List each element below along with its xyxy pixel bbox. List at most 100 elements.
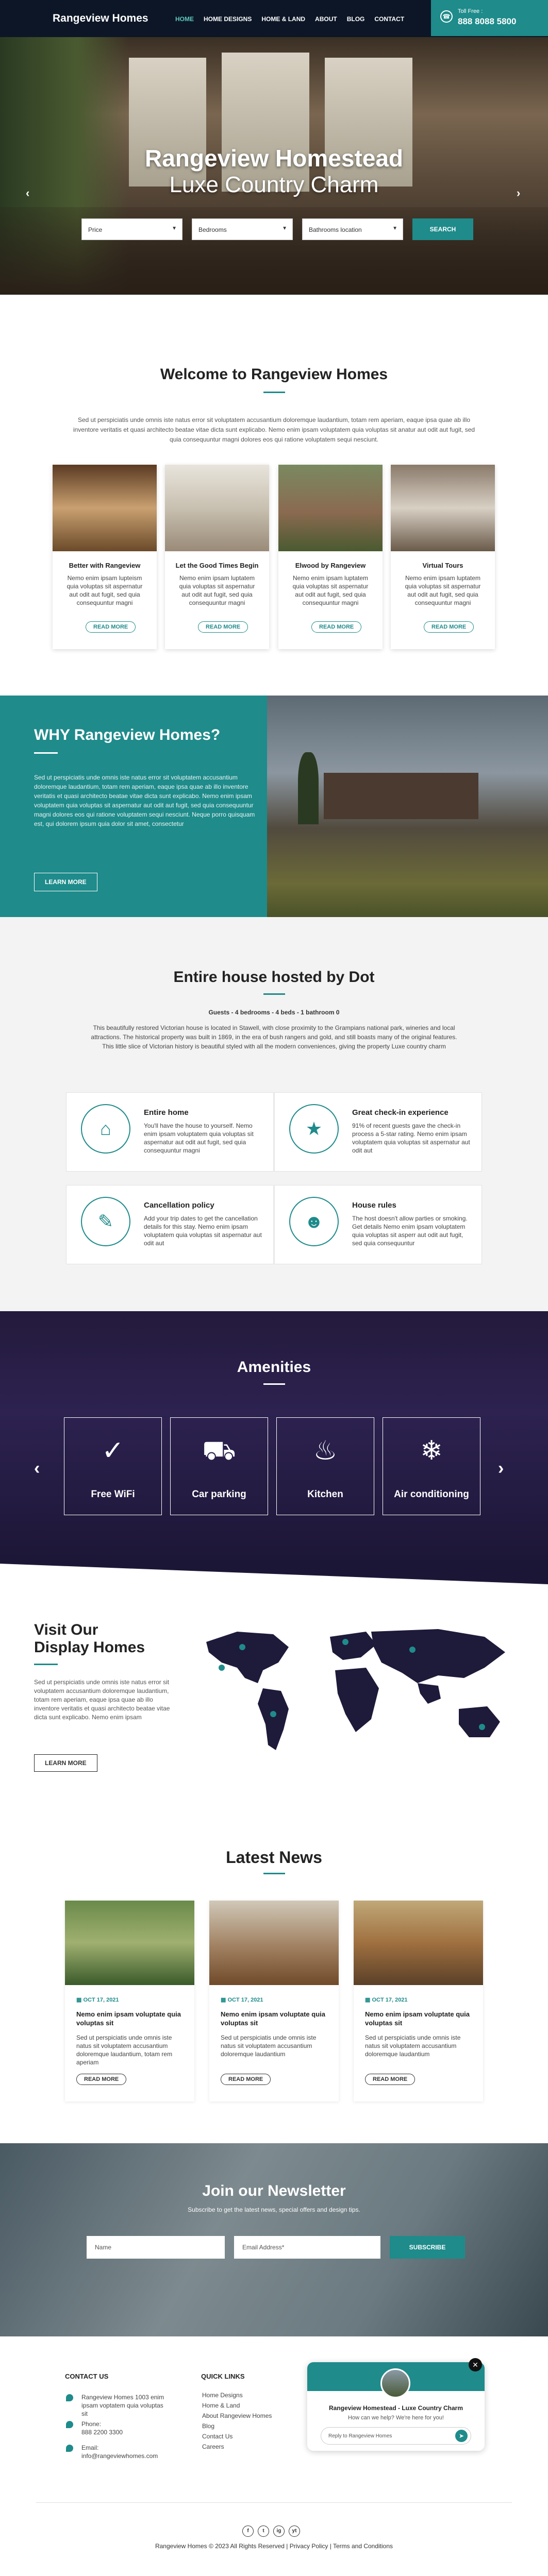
read-more-button[interactable]: READ MORE	[311, 621, 362, 633]
facebook-icon[interactable]: f	[242, 2526, 254, 2537]
footer-link-home-designs[interactable]: Home Designs	[202, 2391, 243, 2399]
nav-item-contact[interactable]: CONTACT	[374, 15, 404, 23]
instagram-icon[interactable]: ig	[273, 2526, 285, 2537]
card-image	[53, 465, 157, 551]
news-headline[interactable]: Nemo enim ipsam voluptate quia voluptas …	[76, 2010, 186, 2027]
toll-free-number[interactable]: 888 8088 5800	[458, 16, 516, 27]
toll-free-box[interactable]: ☎ Toll Free : 888 8088 5800	[431, 0, 548, 36]
card-desc: Nemo enim ipsam luptatem quia voluptas s…	[179, 574, 255, 606]
nav-item-blog[interactable]: BLOG	[347, 15, 365, 23]
map-pin-icon[interactable]	[409, 1647, 416, 1653]
map-pin-icon[interactable]	[219, 1665, 225, 1671]
map-pin-icon[interactable]	[479, 1724, 485, 1730]
rules-icon: ☻	[289, 1197, 339, 1246]
send-icon[interactable]: ➤	[455, 2430, 468, 2442]
learn-more-button[interactable]: LEARN MORE	[34, 1754, 97, 1772]
feature-desc: You'll have the house to yourself. Nemo …	[144, 1122, 254, 1154]
why-text: Sed ut perspiciatis unde omnis iste natu…	[34, 774, 255, 827]
card-image	[391, 465, 495, 551]
news-date-text: OCT 17, 2021	[227, 1997, 263, 2003]
feature-box: ✎ Cancellation policy Add your trip date…	[66, 1185, 274, 1264]
amenities-next-arrow-icon[interactable]: ›	[498, 1459, 504, 1479]
youtube-icon[interactable]: yt	[289, 2526, 300, 2537]
close-icon[interactable]: ✕	[469, 2358, 482, 2371]
news-image	[65, 1901, 194, 1985]
news-date: ▦ OCT 17, 2021	[76, 1997, 119, 2003]
name-input[interactable]: Name	[87, 2236, 225, 2259]
nav-item-home-land[interactable]: HOME & LAND	[261, 15, 305, 23]
bedrooms-select-value: Bedrooms	[198, 226, 227, 233]
card-desc: Nemo enim ipsam lupteism quia voluptas s…	[67, 574, 143, 606]
display-title-line1: Visit Our	[34, 1621, 98, 1638]
hero-prev-arrow-icon[interactable]: ‹	[26, 187, 29, 200]
map-pin-icon[interactable]	[342, 1639, 348, 1645]
feature-title: Cancellation policy	[144, 1201, 214, 1210]
read-more-button[interactable]: READ MORE	[365, 2074, 416, 2085]
card-title: Virtual Tours	[422, 562, 463, 569]
news-headline[interactable]: Nemo enim ipsam voluptate quia voluptas …	[221, 2010, 330, 2027]
read-more-button[interactable]: READ MORE	[198, 621, 248, 633]
why-section: WHY Rangeview Homes? Sed ut perspiciatis…	[0, 696, 548, 917]
location-icon	[66, 2394, 73, 2401]
card-image	[278, 465, 383, 551]
twitter-icon[interactable]: t	[258, 2526, 269, 2537]
nav-item-home-designs[interactable]: HOME DESIGNS	[204, 15, 252, 23]
bedrooms-select[interactable]: Bedrooms ▼	[192, 218, 293, 240]
feature-box: ★ Great check-in experience 91% of recen…	[274, 1092, 482, 1172]
footer-link-home-land[interactable]: Home & Land	[202, 2401, 240, 2410]
footer-phone[interactable]: 888 2200 3300	[81, 2428, 123, 2436]
map-pin-icon[interactable]	[239, 1644, 245, 1650]
chevron-down-icon: ▼	[282, 226, 287, 231]
nav-item-home[interactable]: HOME	[175, 15, 194, 23]
footer-link-about[interactable]: About Rangeview Homes	[202, 2412, 272, 2420]
learn-more-button[interactable]: LEARN MORE	[34, 873, 97, 891]
subscribe-button[interactable]: SUBSCRIBE	[390, 2236, 465, 2259]
amenities-prev-arrow-icon[interactable]: ‹	[34, 1459, 40, 1479]
news-date: ▦ OCT 17, 2021	[221, 1997, 263, 2003]
feature-desc: Add your trip dates to get the cancellat…	[144, 1215, 262, 1247]
footer-email[interactable]: info@rangeviewhomes.com	[81, 2452, 158, 2460]
hero-next-arrow-icon[interactable]: ›	[517, 187, 520, 200]
news-excerpt: Sed ut perspiciatis unde omnis iste natu…	[221, 2034, 317, 2058]
amenity-tile: ❄ Air conditioning	[383, 1417, 480, 1515]
hero-banner: Rangeview Homestead Luxe Country Charm ‹…	[0, 37, 548, 295]
chat-reply-input[interactable]: Reply to Rangeview Homes ➤	[321, 2427, 471, 2445]
phone-icon	[66, 2421, 73, 2428]
bathrooms-select[interactable]: Bathrooms location ▼	[302, 218, 403, 240]
chevron-down-icon: ▼	[392, 226, 397, 231]
news-headline[interactable]: Nemo enim ipsam voluptate quia voluptas …	[365, 2010, 474, 2027]
email-icon	[66, 2445, 73, 2452]
read-more-button[interactable]: READ MORE	[86, 621, 136, 633]
social-links: f t ig yt	[242, 2526, 300, 2537]
nav-item-about[interactable]: ABOUT	[315, 15, 337, 23]
price-select[interactable]: Price ▼	[81, 218, 182, 240]
feature-title: Entire home	[144, 1108, 189, 1117]
read-more-button[interactable]: READ MORE	[76, 2074, 127, 2085]
site-logo[interactable]: Rangeview Homes	[53, 12, 148, 25]
property-search: Price ▼ Bedrooms ▼ Bathrooms location ▼ SEA…	[81, 218, 473, 240]
copyright-text: Rangeview Homes © 2023 All Rights Reserv…	[155, 2543, 393, 2550]
footer-link-blog[interactable]: Blog	[202, 2422, 214, 2430]
amenities-title: Amenities	[237, 1359, 311, 1376]
display-title-line2: Display Homes	[34, 1639, 145, 1656]
amenity-tile: ✓ Free WiFi	[64, 1417, 162, 1515]
read-more-button[interactable]: READ MORE	[424, 621, 474, 633]
card-title: Let the Good Times Begin	[175, 562, 259, 569]
amenities-section: Amenities ‹ › ✓ Free WiFi ⛟ Car parking …	[0, 1311, 548, 1564]
map-pin-icon[interactable]	[270, 1711, 276, 1717]
feature-desc: The host doesn't allow parties or smokin…	[352, 1215, 468, 1247]
amenity-label: Kitchen	[307, 1489, 343, 1500]
news-excerpt: Sed ut perspiciatis unde omnis iste natu…	[76, 2034, 173, 2066]
read-more-button[interactable]: READ MORE	[221, 2074, 271, 2085]
feature-title: Great check-in experience	[352, 1108, 449, 1117]
feature-desc: 91% of recent guests gave the check-in p…	[352, 1122, 470, 1154]
newsletter-title: Join our Newsletter	[202, 2182, 346, 2199]
email-input[interactable]: Email Address*	[234, 2236, 380, 2259]
site-header: Rangeview Homes HOME HOME DESIGNS HOME &…	[0, 0, 548, 37]
footer-divider	[36, 2502, 512, 2503]
phone-icon: ☎	[440, 10, 453, 23]
footer-link-careers[interactable]: Careers	[202, 2443, 224, 2451]
title-underline	[34, 752, 58, 754]
search-button[interactable]: SEARCH	[412, 218, 473, 240]
footer-link-contact[interactable]: Contact Us	[202, 2432, 233, 2441]
